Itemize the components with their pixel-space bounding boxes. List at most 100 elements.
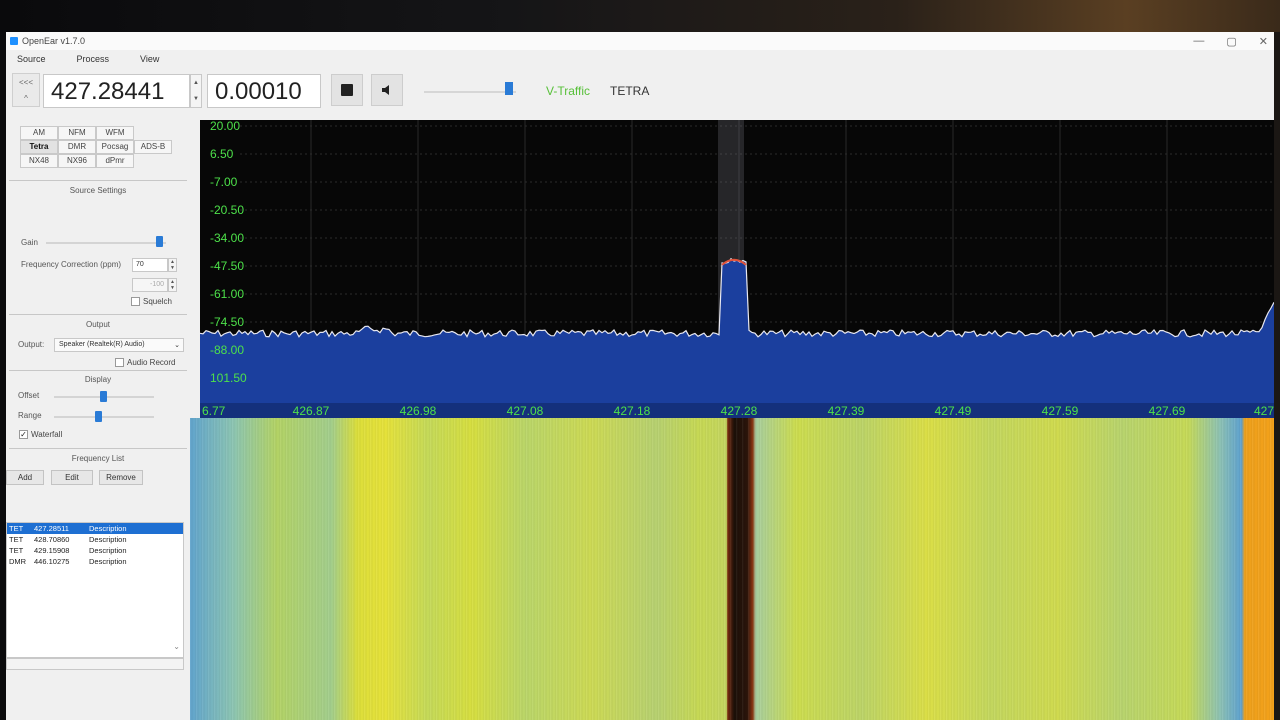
waterfall-display[interactable] (190, 418, 1274, 720)
frequency-list-row[interactable]: TET 427.28511 Description (7, 523, 183, 534)
mode-row: NX48 NX96 dPmr (20, 154, 172, 168)
nav-up-icon: ^ (24, 93, 28, 103)
waterfall-checkbox-box[interactable]: ✓ (19, 430, 28, 439)
x-tick-label: 426.98 (400, 404, 437, 418)
frequency-list[interactable]: TET 427.28511 Description TET 428.70860 Descr… (6, 522, 184, 658)
frequency-list-cell-type: TET (9, 546, 24, 555)
squelch-level-input[interactable]: -100 (132, 278, 168, 292)
output-device-select[interactable]: Speaker (Realtek(R) Audio) ⌄ (54, 338, 184, 352)
mode-button-dpmr[interactable]: dPmr (96, 154, 134, 168)
mode-button-am[interactable]: AM (20, 126, 58, 140)
mode-button-dmr[interactable]: DMR (58, 140, 96, 154)
y-tick-label: -20.50 (210, 203, 244, 217)
menu-process[interactable]: Process (57, 52, 121, 68)
stop-button[interactable] (331, 74, 363, 106)
source-settings-title: Source Settings (69, 186, 127, 195)
spectrum-plot: 20.00 6.50 -7.00 -20.50 -34.00 -47.50 -61.00 -7… (200, 120, 1274, 418)
freq-correction-spinner[interactable]: ▲ ▼ (168, 258, 177, 272)
squelch-label: Squelch (143, 297, 172, 306)
x-tick-label: 427.39 (828, 404, 865, 418)
frequency-list-cell-desc: Description (89, 524, 127, 533)
waterfall-texture (190, 418, 1274, 720)
y-tick-label: -88.00 (210, 343, 244, 357)
window-title: OpenEar v1.7.0 (22, 36, 86, 46)
frequency-list-cell-desc: Description (89, 557, 127, 566)
protocol-label: V-Traffic (546, 84, 591, 98)
audio-record-checkbox[interactable]: Audio Record (115, 358, 175, 367)
step-input[interactable]: 0.00010 (207, 74, 321, 108)
range-slider-track[interactable] (54, 416, 154, 418)
audio-record-checkbox-box[interactable] (115, 358, 124, 367)
frequency-list-title: Frequency List (71, 454, 125, 463)
frequency-list-cell-desc: Description (89, 535, 127, 544)
squelch-checkbox[interactable]: Squelch (131, 297, 172, 306)
mode-selector: AM NFM WFM Tetra DMR Pocsag ADS-B NX48 NX96 dPmr (20, 126, 172, 168)
mute-button[interactable] (371, 74, 403, 106)
frequency-input[interactable]: 427.28441 (43, 74, 190, 108)
divider (9, 314, 187, 315)
minimize-icon[interactable]: — (1193, 35, 1204, 47)
gain-slider-track[interactable] (46, 242, 166, 244)
output-label: Output: (18, 340, 45, 349)
frequency-list-cell-desc: Description (89, 546, 127, 555)
left-panel: AM NFM WFM Tetra DMR Pocsag ADS-B NX48 NX96 dPmr … (6, 118, 190, 720)
close-icon[interactable]: ✕ (1259, 35, 1268, 48)
mode-button-nfm[interactable]: NFM (58, 126, 96, 140)
mode-button-ads-b[interactable]: ADS-B (134, 140, 172, 154)
range-slider-thumb[interactable] (95, 411, 102, 422)
y-tick-label: -61.00 (210, 287, 244, 301)
frequency-list-row[interactable]: DMR 446.10275 Description (7, 556, 183, 567)
audio-record-label: Audio Record (127, 358, 176, 367)
frequency-list-cell-freq: 428.70860 (34, 535, 70, 544)
speaker-icon (382, 85, 389, 95)
mode-button-wfm[interactable]: WFM (96, 126, 134, 140)
stop-icon (341, 84, 353, 96)
divider (9, 180, 187, 181)
spin-down-icon[interactable]: ▼ (193, 96, 199, 102)
mode-button-nx48[interactable]: NX48 (20, 154, 58, 168)
app-icon (10, 37, 18, 45)
frequency-list-row[interactable]: TET 429.15908 Description (7, 545, 183, 556)
volume-slider-thumb[interactable] (504, 82, 513, 95)
nav-back-button[interactable]: <<< ^ (12, 73, 40, 107)
frequency-list-cell-type: DMR (9, 557, 27, 566)
freq-correction-label: Frequency Correction (ppm) (21, 260, 122, 269)
volume-slider-track[interactable] (424, 91, 516, 93)
nav-back-label: <<< (18, 77, 33, 87)
monitor-bezel-top (0, 0, 1280, 32)
scroll-down-icon[interactable]: ⌄ (173, 642, 180, 651)
frequency-spinner[interactable]: ▲ ▼ (190, 74, 202, 108)
waterfall-checkbox[interactable]: ✓ Waterfall (19, 430, 62, 439)
y-tick-label: -7.00 (210, 175, 238, 189)
remove-frequency-button[interactable]: Remove (99, 470, 143, 485)
frequency-list-cell-type: TET (9, 524, 24, 533)
menu-source[interactable]: Source (6, 52, 57, 68)
divider (9, 448, 187, 449)
offset-slider-thumb[interactable] (100, 391, 107, 402)
spectrum-display[interactable]: 20.00 6.50 -7.00 -20.50 -34.00 -47.50 -61.00 -7… (200, 120, 1274, 418)
mode-button-tetra[interactable]: Tetra (20, 140, 58, 154)
frequency-list-row[interactable]: TET 428.70860 Description (7, 534, 183, 545)
squelch-checkbox-box[interactable] (131, 297, 140, 306)
maximize-icon[interactable]: ▢ (1226, 35, 1236, 48)
mode-button-pocsag[interactable]: Pocsag (96, 140, 134, 154)
x-tick-label: 426.87 (293, 404, 330, 418)
edit-frequency-button[interactable]: Edit (51, 470, 93, 485)
squelch-level-spinner[interactable]: ▲ ▼ (168, 278, 177, 292)
system-label: TETRA (610, 84, 650, 98)
toolbar: <<< ^ 427.28441 ▲ ▼ 0.00010 V-Traffic TE… (6, 70, 1274, 116)
y-tick-label: -34.00 (210, 231, 244, 245)
waterfall-label: Waterfall (31, 430, 63, 439)
x-tick-label: 427.08 (507, 404, 544, 418)
frequency-list-scrollbar[interactable] (6, 658, 184, 670)
freq-correction-input[interactable]: 70 (132, 258, 168, 272)
x-tick-label: 6.77 (202, 404, 226, 418)
gain-slider-thumb[interactable] (156, 236, 163, 247)
frequency-list-cell-type: TET (9, 535, 24, 544)
spin-up-icon[interactable]: ▲ (193, 80, 199, 86)
window-controls: — ▢ ✕ (1193, 32, 1268, 50)
add-frequency-button[interactable]: Add (6, 470, 44, 485)
spectrum-fill (200, 258, 1274, 418)
menu-view[interactable]: View (120, 52, 170, 68)
mode-button-nx96[interactable]: NX96 (58, 154, 96, 168)
